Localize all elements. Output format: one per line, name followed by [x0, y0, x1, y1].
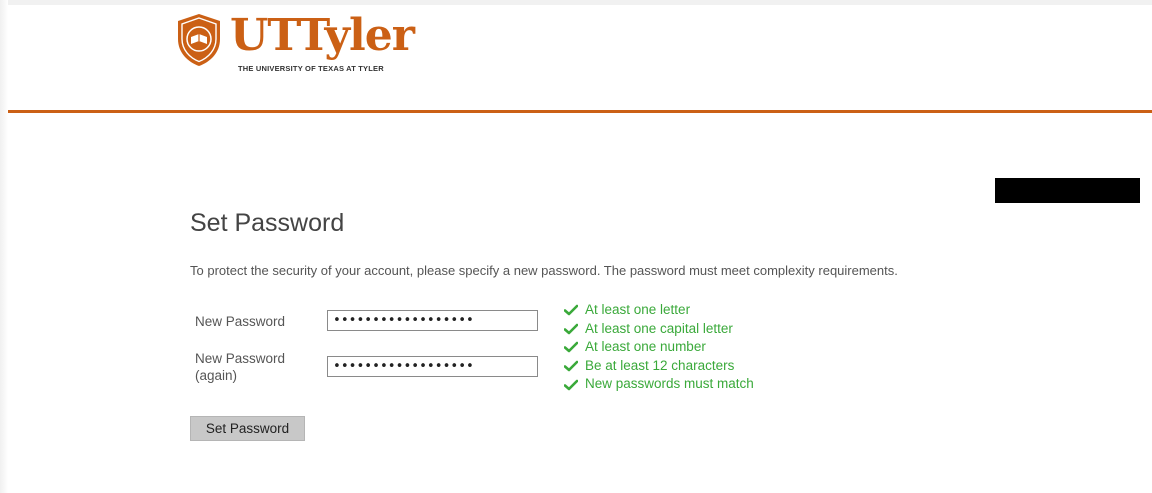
left-shadow: [0, 0, 8, 493]
requirement-text: New passwords must match: [585, 376, 754, 392]
requirement-text: At least one number: [585, 339, 706, 355]
university-seal-icon: [178, 14, 220, 66]
check-icon: [564, 379, 578, 390]
brand-ut: UT: [230, 10, 299, 61]
page: UTTyler THE UNIVERSITY OF TEXAS AT TYLER…: [0, 0, 1152, 493]
new-password-label: New Password: [195, 314, 286, 329]
check-icon: [564, 342, 578, 353]
requirement-item: Be at least 12 characters: [564, 357, 754, 376]
requirement-text: At least one capital letter: [585, 320, 733, 336]
wordmark: UTTyler THE UNIVERSITY OF TEXAS AT TYLER: [230, 10, 415, 74]
page-title: Set Password: [190, 209, 345, 237]
requirement-text: Be at least 12 characters: [585, 357, 735, 373]
redaction-block: [995, 178, 1140, 203]
password-requirements: At least one letter At least one capital…: [564, 301, 754, 394]
tagline: THE UNIVERSITY OF TEXAS AT TYLER: [238, 64, 384, 73]
requirement-item: At least one letter: [564, 301, 754, 320]
new-password-again-label: New Password (again): [195, 351, 286, 383]
intro-text: To protect the security of your account,…: [190, 263, 898, 278]
ut-tyler-logo[interactable]: UTTyler THE UNIVERSITY OF TEXAS AT TYLER: [176, 10, 415, 77]
brand-name: UTTyler: [230, 10, 415, 61]
set-password-button[interactable]: Set Password: [190, 416, 305, 441]
check-icon: [564, 323, 578, 335]
header-divider: [8, 110, 1152, 113]
new-password-input[interactable]: [327, 310, 538, 331]
requirement-item: At least one number: [564, 338, 754, 357]
requirement-text: At least one letter: [585, 302, 691, 317]
check-icon: [564, 360, 578, 372]
requirement-item: New passwords must match: [564, 375, 754, 394]
check-icon: [564, 304, 578, 316]
brand-tyler: Tyler: [297, 10, 415, 61]
requirement-item: At least one capital letter: [564, 320, 754, 339]
new-password-again-input[interactable]: [327, 356, 538, 377]
